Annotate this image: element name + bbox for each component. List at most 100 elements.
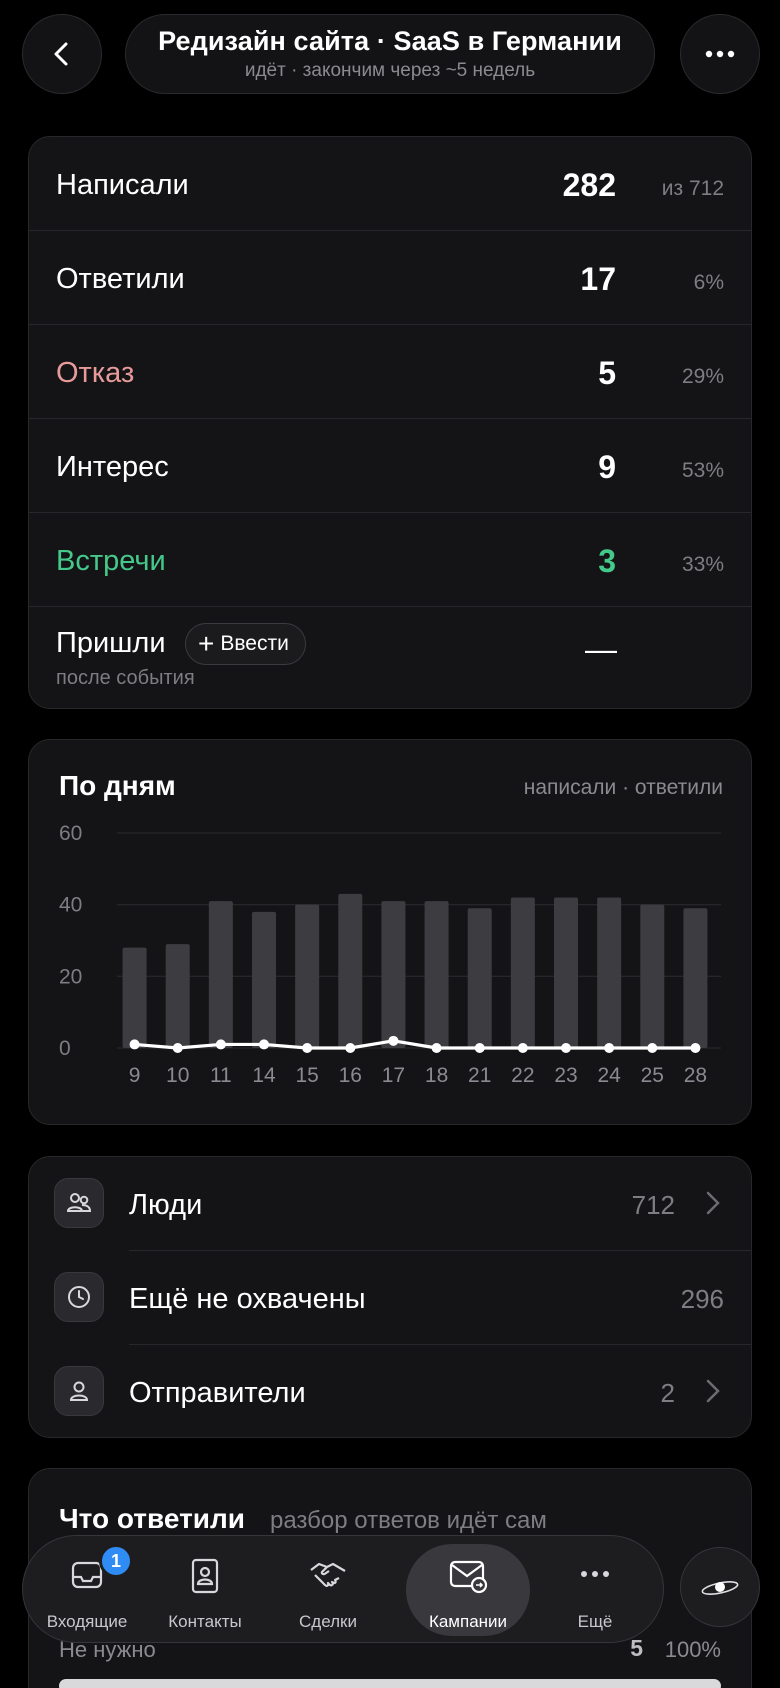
- x-tick-label: 9: [129, 1064, 141, 1087]
- tab-label: Входящие: [46, 1612, 128, 1631]
- list-label: Ещё не охвачены: [129, 1283, 366, 1315]
- handshake-icon: [310, 1562, 346, 1587]
- stat-value: 282: [562, 167, 616, 203]
- plus-icon: +: [198, 628, 215, 659]
- y-tick-label: 40: [59, 894, 82, 917]
- point-replied: [604, 1043, 615, 1053]
- point-replied: [302, 1043, 313, 1053]
- point-replied: [345, 1043, 356, 1053]
- daily-chart-card: По дням написали · ответили 60 40 20 0 9 10 11…: [28, 739, 752, 1125]
- campaign-title-pill[interactable]: Редизайн сайта · SaaS в Германии идёт · …: [125, 14, 655, 94]
- point-replied: [474, 1043, 485, 1053]
- list-count: 296: [680, 1284, 724, 1314]
- stat-percent: 53%: [681, 459, 724, 482]
- x-tick-label: 22: [511, 1064, 534, 1087]
- point-replied: [690, 1043, 701, 1053]
- bar-written: [424, 901, 449, 1048]
- list-count: 712: [631, 1190, 675, 1220]
- bar-written: [122, 947, 147, 1048]
- tab-campaigns[interactable]: Кампании: [406, 1536, 530, 1644]
- tab-label: Ещё: [577, 1612, 613, 1631]
- list-item-senders[interactable]: Отправители 2: [29, 1345, 751, 1439]
- bar-written: [381, 901, 406, 1048]
- people-icon: [66, 1193, 92, 1212]
- stat-value: —: [585, 631, 617, 667]
- point-replied: [388, 1035, 399, 1046]
- point-replied: [129, 1039, 140, 1050]
- x-tick-label: 17: [382, 1064, 405, 1087]
- point-replied: [647, 1043, 658, 1053]
- enter-button-label: Ввести: [220, 632, 289, 655]
- bar-written: [683, 908, 708, 1048]
- stat-percent: 33%: [681, 553, 724, 576]
- x-tick-label: 18: [425, 1064, 448, 1087]
- list-label: Отправители: [129, 1377, 306, 1409]
- enter-attended-button[interactable]: + Ввести: [185, 623, 306, 665]
- point-replied: [561, 1043, 571, 1053]
- more-button[interactable]: [680, 14, 760, 94]
- point-replied: [431, 1043, 442, 1053]
- stat-percent: из 712: [661, 177, 724, 200]
- back-button[interactable]: [22, 14, 102, 94]
- bar-written: [467, 908, 492, 1048]
- list-item-not-reached[interactable]: Ещё не охвачены 296: [29, 1251, 751, 1345]
- chevron-left-icon: [54, 42, 68, 66]
- x-tick-label: 10: [166, 1064, 189, 1087]
- stat-value: 9: [598, 449, 616, 485]
- bar-written: [208, 901, 233, 1048]
- bar-written: [338, 893, 363, 1048]
- replies-title: Что ответили: [59, 1503, 245, 1534]
- x-tick-label: 16: [339, 1064, 362, 1087]
- tab-contacts[interactable]: Контакты: [143, 1536, 267, 1644]
- x-tick-label: 28: [684, 1064, 707, 1087]
- x-tick-label: 23: [554, 1064, 577, 1087]
- stat-label: Интерес: [56, 451, 169, 483]
- tab-deals[interactable]: Сделки: [266, 1536, 390, 1644]
- icon-tile: [54, 1366, 104, 1416]
- bar-written: [295, 904, 320, 1048]
- list-item-people[interactable]: Люди 712: [29, 1157, 751, 1251]
- x-tick-label: 21: [468, 1064, 491, 1087]
- bottom-nav: 1 Входящие Контакты Сделки Кампании Ещё: [22, 1535, 664, 1643]
- more-horizontal-icon: [581, 1571, 609, 1577]
- x-tick-label: 14: [252, 1064, 276, 1087]
- x-tick-label: 25: [641, 1064, 664, 1087]
- icon-tile: [54, 1178, 104, 1228]
- bar-written: [597, 897, 622, 1048]
- stat-percent: 29%: [681, 365, 724, 388]
- stat-row-replied: Ответили 17 6%: [29, 231, 751, 325]
- chevron-right-icon: [706, 1379, 720, 1403]
- point-replied: [517, 1043, 528, 1053]
- stat-value: 3: [598, 543, 616, 579]
- more-horizontal-icon: [705, 50, 735, 58]
- tab-inbox[interactable]: 1 Входящие: [25, 1536, 149, 1644]
- tab-label: Сделки: [299, 1612, 357, 1631]
- stat-row-attended: Пришли после события + Ввести —: [29, 607, 751, 707]
- bar-written: [554, 897, 578, 1048]
- bar-written: [252, 911, 276, 1048]
- tab-more[interactable]: Ещё: [533, 1536, 657, 1644]
- contacts-icon: [191, 1558, 219, 1594]
- tab-label: Кампании: [428, 1612, 508, 1631]
- stat-label: Отказ: [56, 357, 135, 389]
- bar-written: [165, 944, 190, 1048]
- clock-icon: [68, 1286, 90, 1308]
- stat-value: 17: [580, 261, 616, 297]
- stat-label: Встречи: [56, 545, 166, 577]
- user-icon: [69, 1381, 89, 1401]
- y-tick-label: 0: [59, 1037, 71, 1060]
- daily-chart: 60 40 20 0 9 10 11 14 15 16 17 18 21 22 23 24 25 28: [59, 822, 721, 1087]
- reply-category-bar: [59, 1679, 721, 1688]
- stat-row-interest: Интерес 9 53%: [29, 419, 751, 513]
- chevron-right-icon: [706, 1191, 720, 1215]
- funnel-stats-card: Написали 282 из 712 Ответили 17 6% Отказ…: [28, 136, 752, 709]
- page-title: Редизайн сайта · SaaS в Германии: [158, 26, 622, 56]
- y-tick-label: 20: [59, 965, 82, 988]
- stat-row-refusal: Отказ 5 29%: [29, 325, 751, 419]
- assistant-fab[interactable]: [680, 1547, 760, 1627]
- stat-row-written: Написали 282 из 712: [29, 137, 751, 231]
- point-replied: [259, 1039, 269, 1050]
- stat-value: 5: [598, 355, 616, 391]
- campaign-mail-icon: [449, 1560, 488, 1594]
- bar-written: [510, 897, 535, 1048]
